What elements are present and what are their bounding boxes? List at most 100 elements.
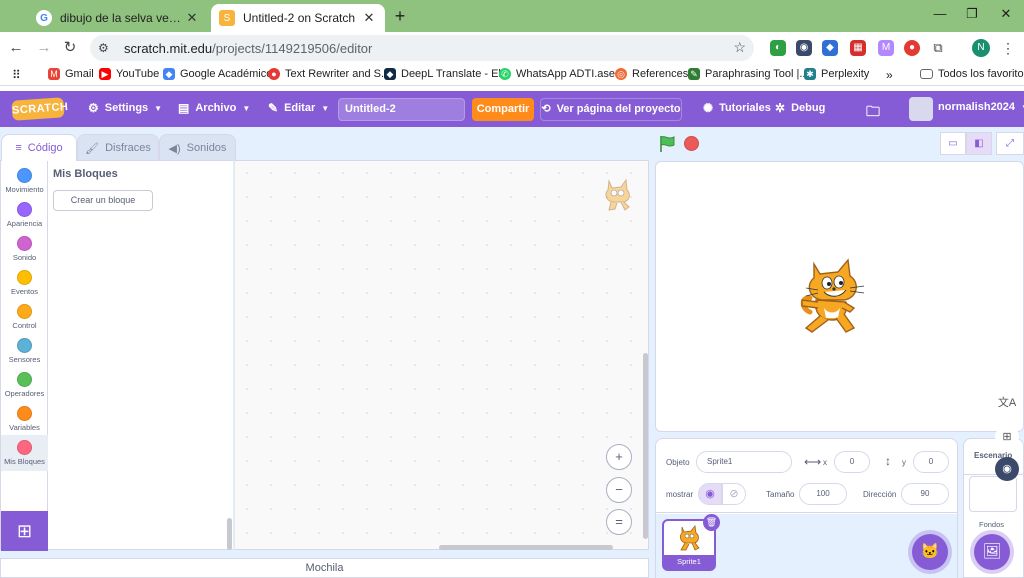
direction-label: Dirección: [863, 490, 897, 499]
bookmark-deepl[interactable]: ◆ DeepL Translate - El...: [384, 68, 510, 80]
script-vertical-scrollbar[interactable]: [643, 353, 648, 539]
palette-scrollbar[interactable]: [227, 518, 232, 550]
hide-sprite-button[interactable]: ⊘: [722, 483, 746, 505]
debug-button[interactable]: ✲ Debug: [775, 101, 825, 115]
category-my-blocks[interactable]: Mis Bloques: [1, 435, 48, 471]
restore-icon[interactable]: ❐: [962, 6, 982, 26]
backpack[interactable]: Mochila: [0, 558, 649, 578]
assistant-icon[interactable]: ◉: [995, 457, 1019, 481]
x-input[interactable]: 0: [834, 451, 870, 473]
bookmark-star-icon[interactable]: ☆: [733, 39, 746, 56]
bookmark-perplexity[interactable]: ✱ Perplexity: [804, 68, 869, 80]
minimize-icon[interactable]: —: [930, 6, 950, 26]
extension-icon[interactable]: ◉: [796, 40, 812, 56]
tutorials-button[interactable]: ✺ Tutoriales: [703, 101, 771, 115]
back-icon[interactable]: ←: [6, 38, 26, 58]
more-bookmarks-button[interactable]: »: [886, 68, 893, 82]
extension-icon[interactable]: ◐: [770, 40, 786, 56]
bookmark-scholar[interactable]: ◆ Google Académico: [163, 68, 272, 80]
brush-icon: 🖌: [85, 142, 100, 155]
category-sensing[interactable]: Sensores: [1, 335, 48, 369]
bookmark-gmail[interactable]: M Gmail: [48, 68, 94, 80]
tab-sounds[interactable]: ◀) Sonidos: [159, 134, 236, 161]
script-horizontal-scrollbar[interactable]: [439, 545, 613, 550]
file-menu[interactable]: ▤ Archivo ▼: [178, 101, 250, 115]
sprite-name-input[interactable]: Sprite1: [696, 451, 792, 473]
bookmark-rewriter[interactable]: ● Text Rewriter and S...: [268, 68, 390, 80]
category-motion[interactable]: Movimiento: [1, 165, 48, 199]
tab-code[interactable]: ≡ Código: [1, 134, 77, 161]
my-stuff-folder-icon[interactable]: 🗀: [866, 101, 880, 125]
bookmark-youtube[interactable]: ▶ YouTube: [99, 68, 159, 80]
delete-sprite-button[interactable]: 🗑: [703, 514, 720, 531]
stop-icon[interactable]: [684, 136, 699, 151]
sprite-pane: Objeto Sprite1 ⟷ x 0 ↕ y 0 mostrar ◉ ⊘ T…: [655, 438, 958, 578]
category-events[interactable]: Eventos: [1, 267, 48, 301]
category-control[interactable]: Control: [1, 301, 48, 335]
direction-input[interactable]: 90: [901, 483, 949, 505]
reload-icon[interactable]: ↻: [60, 38, 80, 58]
zoom-in-button[interactable]: +: [606, 444, 632, 470]
category-variables[interactable]: Variables: [1, 403, 48, 437]
scratch-logo[interactable]: SCRATCH: [11, 97, 69, 121]
choose-backdrop-button[interactable]: 🖼: [974, 534, 1010, 570]
project-title-input[interactable]: Untitled-2: [338, 98, 465, 121]
bookmark-whatsapp[interactable]: ✆ WhatsApp ADTI.ase...: [499, 68, 624, 80]
zoom-out-button[interactable]: −: [606, 477, 632, 503]
extension-icon[interactable]: ●: [904, 40, 920, 56]
extension-icon[interactable]: ▦: [850, 40, 866, 56]
extension-icon[interactable]: ◆: [822, 40, 838, 56]
edit-menu[interactable]: ✎ Editar ▼: [268, 101, 329, 115]
stage[interactable]: [655, 161, 1024, 432]
apps-grid-icon[interactable]: ⠿: [12, 68, 21, 82]
share-button[interactable]: Compartir: [472, 98, 534, 121]
category-looks[interactable]: Apariencia: [1, 199, 48, 233]
remix-arrows-icon: ⟲: [541, 103, 551, 115]
user-avatar[interactable]: [909, 97, 933, 121]
all-bookmarks-folder[interactable]: Todos los favoritos: [920, 68, 1024, 80]
close-tab-icon[interactable]: ✕: [184, 10, 200, 26]
sprite-thumbnail[interactable]: Sprite1 🗑: [662, 514, 720, 571]
cat-sprite[interactable]: [798, 256, 874, 338]
tab-costumes[interactable]: 🖌 Disfraces: [77, 134, 159, 161]
close-window-icon[interactable]: ✕: [996, 6, 1016, 26]
backdrop-thumbnail[interactable]: [969, 476, 1017, 512]
browser-tab-2[interactable]: S Untitled-2 on Scratch ✕: [211, 4, 385, 32]
bookmark-references[interactable]: ◎ References: [615, 68, 688, 80]
show-sprite-button[interactable]: ◉: [698, 483, 722, 505]
new-tab-button[interactable]: +: [390, 6, 410, 26]
file-icon: ▤: [178, 101, 190, 115]
forward-icon[interactable]: →: [34, 38, 54, 58]
address-bar[interactable]: ⚙ scratch.mit.edu/projects/1149219506/ed…: [90, 35, 754, 61]
menu-dots-icon[interactable]: ⋮: [998, 38, 1018, 58]
make-block-button[interactable]: Crear un bloque: [53, 190, 153, 211]
translate-icon[interactable]: 文A: [995, 391, 1019, 415]
account-menu[interactable]: normalish2024▼: [938, 101, 1024, 113]
extension-icon[interactable]: M: [878, 40, 894, 56]
extensions-puzzle-icon[interactable]: ⧉: [930, 40, 946, 56]
browser-tab-1[interactable]: G dibujo de la selva venezolana p ✕: [28, 4, 208, 32]
y-input[interactable]: 0: [913, 451, 949, 473]
google-icon: G: [36, 10, 52, 26]
choose-sprite-button[interactable]: 🐱: [912, 534, 948, 570]
see-project-page-button[interactable]: ⟲ Ver página del proyecto: [540, 98, 682, 121]
fullscreen-button[interactable]: ⤢: [996, 132, 1024, 155]
site-info-icon[interactable]: ⚙: [98, 41, 116, 55]
size-input[interactable]: 100: [799, 483, 847, 505]
normal-stage-button[interactable]: ◧: [966, 132, 992, 155]
settings-menu[interactable]: ⚙ Settings ▼: [88, 101, 162, 115]
scholar-icon: ◆: [163, 68, 175, 80]
profile-avatar[interactable]: N: [972, 39, 990, 57]
category-sound[interactable]: Sonido: [1, 233, 48, 267]
add-extension-button[interactable]: ⊞: [1, 511, 48, 551]
grid-apps-icon[interactable]: ⊞: [995, 425, 1019, 449]
bookmark-paraphrase[interactable]: ✎ Paraphrasing Tool |...: [688, 68, 809, 80]
script-area[interactable]: + − =: [234, 160, 649, 550]
small-stage-button[interactable]: ▭: [940, 132, 966, 155]
chevron-down-icon: ▼: [242, 103, 251, 113]
green-flag-icon[interactable]: [658, 135, 676, 153]
zoom-reset-button[interactable]: =: [606, 509, 632, 535]
cat-thumbnail-icon: [679, 525, 700, 551]
category-operators[interactable]: Operadores: [1, 369, 48, 403]
close-tab-icon[interactable]: ✕: [361, 10, 377, 26]
